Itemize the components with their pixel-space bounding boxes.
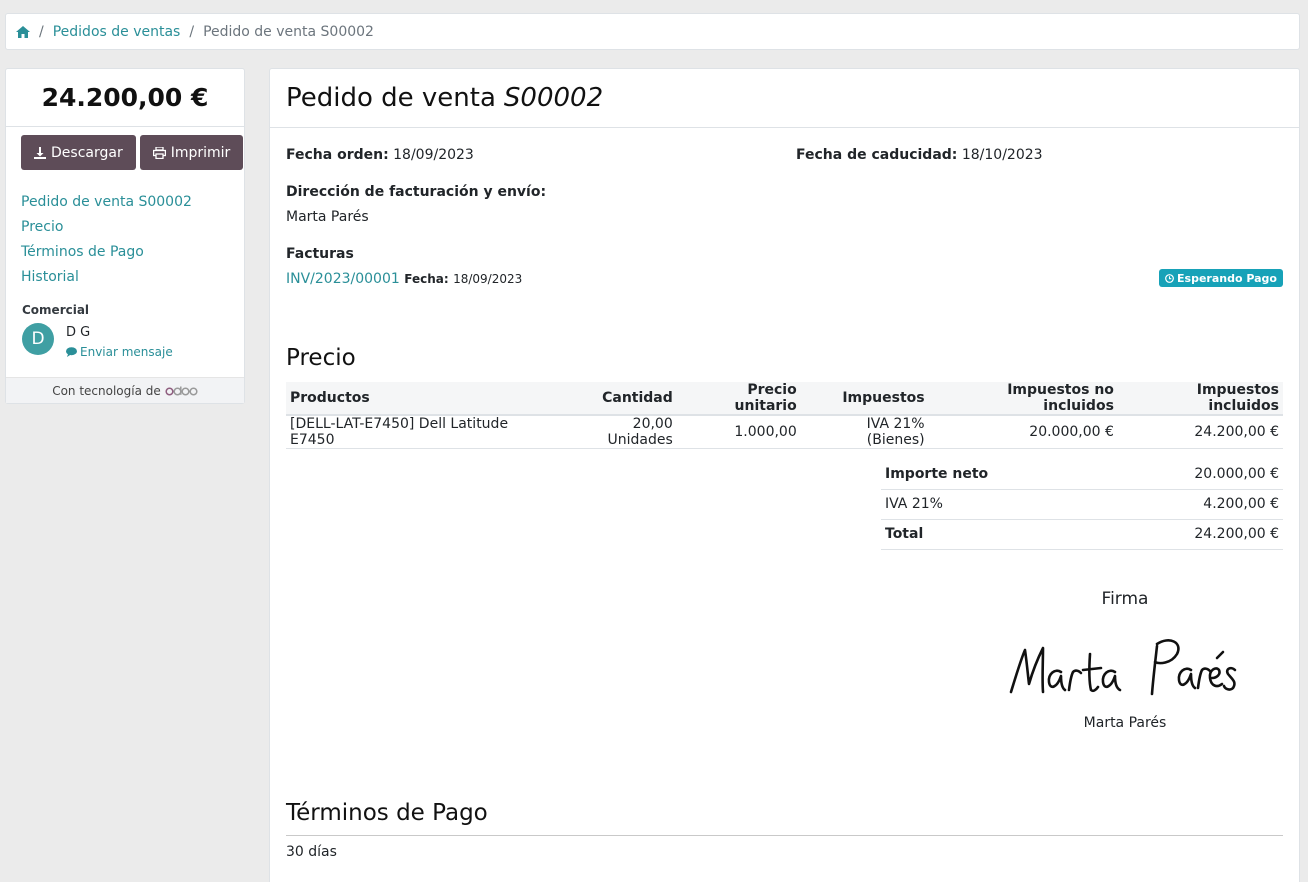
table-row: [DELL-LAT-E7450] Dell Latitude E7450 20,… (286, 415, 1283, 449)
order-lines-table: Productos Cantidad Precio unitario Impue… (286, 382, 1283, 449)
precio-heading: Precio (286, 345, 356, 371)
firma-heading: Firma (1101, 589, 1149, 609)
terminos-heading: Términos de Pago (286, 800, 488, 826)
invoice-date-label: Fecha: (404, 272, 449, 286)
comercial-title: Comercial (22, 303, 90, 317)
page-title-prefix: Pedido de venta (286, 83, 496, 113)
cell-precio-unitario: 1.000,00 (676, 415, 801, 449)
direccion-label: Dirección de facturación y envío: (286, 184, 547, 200)
avatar: D (22, 323, 54, 355)
clock-icon (1165, 273, 1174, 283)
fecha-orden-value: 18/09/2023 (393, 147, 474, 163)
col-cantidad: Cantidad (559, 382, 677, 416)
invoice-link[interactable]: INV/2023/00001 (286, 271, 400, 287)
cell-cantidad: 20,00 Unidades (559, 415, 677, 449)
page-title: Pedido de venta S00002 (270, 69, 1299, 128)
firma-name: Marta Parés (1083, 715, 1167, 731)
cell-producto: [DELL-LAT-E7450] Dell Latitude E7450 (286, 415, 560, 449)
sidebar: 24.200,00 € Descargar Imprimir Pedido de… (5, 68, 245, 404)
order-number: S00002 (503, 83, 604, 113)
odoo-logo[interactable] (165, 386, 198, 396)
cell-impuestos: IVA 21% (Bienes) (800, 415, 929, 449)
col-productos: Productos (286, 382, 560, 416)
print-button[interactable]: Imprimir (139, 135, 244, 170)
home-icon (16, 25, 30, 38)
col-incluidos: Impuestos incluidos (1117, 382, 1283, 416)
download-icon (34, 146, 46, 159)
download-button[interactable]: Descargar (21, 135, 136, 170)
total-label: IVA 21% (881, 489, 1101, 520)
comment-icon (66, 347, 77, 357)
col-impuestos: Impuestos (800, 382, 929, 416)
invoice-row: INV/2023/00001 Fecha: 18/09/2023 (286, 271, 522, 287)
fecha-orden-label: Fecha orden: (286, 147, 389, 163)
status-badge-label: Esperando Pago (1177, 271, 1277, 285)
direccion-value: Marta Parés (286, 209, 369, 225)
powered-by-label: Con tecnología de (52, 383, 161, 398)
comercial-name: D G (66, 325, 91, 340)
status-badge: Esperando Pago (1159, 269, 1283, 287)
home-link[interactable] (16, 25, 30, 38)
sidebar-nav: Pedido de venta S00002 Precio Términos d… (6, 170, 244, 293)
totals-row: Total 24.200,00 € (881, 519, 1283, 550)
breadcrumb: / Pedidos de ventas / Pedido de venta S0… (5, 13, 1300, 50)
nav-item-historial[interactable]: Historial (21, 269, 79, 285)
table-header-row: Productos Cantidad Precio unitario Impue… (286, 382, 1283, 416)
signature-image (1009, 639, 1237, 696)
invoice-date: 18/09/2023 (453, 272, 523, 286)
comercial-card: D D G Enviar mensaje (6, 317, 244, 359)
powered-by: Con tecnología de (6, 377, 244, 403)
total-value: 24.200,00 € (1100, 519, 1283, 550)
send-message-link[interactable]: Enviar mensaje (66, 345, 173, 359)
total-label: Total (881, 519, 1101, 550)
nav-item-terminos[interactable]: Términos de Pago (21, 244, 144, 260)
cell-no-incluidos: 20.000,00 € (928, 415, 1118, 449)
terminos-text: 30 días (286, 844, 337, 860)
fecha-orden: Fecha orden: 18/09/2023 (286, 147, 474, 163)
fecha-caducidad: Fecha de caducidad: 18/10/2023 (796, 147, 1043, 163)
breadcrumb-sales-orders[interactable]: Pedidos de ventas (53, 24, 181, 40)
facturas-label: Facturas (286, 246, 354, 262)
print-label: Imprimir (170, 144, 231, 161)
terms-divider (286, 835, 1283, 836)
totals-table: Importe neto 20.000,00 € IVA 21% 4.200,0… (881, 459, 1283, 550)
order-panel: Pedido de venta S00002 Fecha orden: 18/0… (269, 68, 1300, 882)
totals-row: Importe neto 20.000,00 € (881, 459, 1283, 490)
send-message-label: Enviar mensaje (80, 345, 173, 359)
cell-incluidos: 24.200,00 € (1117, 415, 1283, 449)
download-label: Descargar (51, 144, 123, 161)
total-label: Importe neto (881, 459, 1101, 490)
breadcrumb-separator: / (39, 23, 44, 40)
fecha-caducidad-label: Fecha de caducidad: (796, 147, 958, 163)
fecha-caducidad-value: 18/10/2023 (961, 147, 1043, 163)
total-value: 20.000,00 € (1100, 459, 1283, 490)
breadcrumb-current: Pedido de venta S00002 (203, 23, 374, 40)
col-no-incluidos: Impuestos no incluidos (928, 382, 1118, 416)
total-value: 4.200,00 € (1100, 489, 1283, 520)
nav-item-order[interactable]: Pedido de venta S00002 (21, 194, 192, 210)
nav-item-precio[interactable]: Precio (21, 219, 63, 235)
col-precio-unitario: Precio unitario (676, 382, 801, 416)
breadcrumb-separator: / (189, 23, 195, 40)
print-icon (152, 146, 166, 159)
sidebar-amount: 24.200,00 € (6, 69, 244, 127)
totals-row: IVA 21% 4.200,00 € (881, 489, 1283, 520)
